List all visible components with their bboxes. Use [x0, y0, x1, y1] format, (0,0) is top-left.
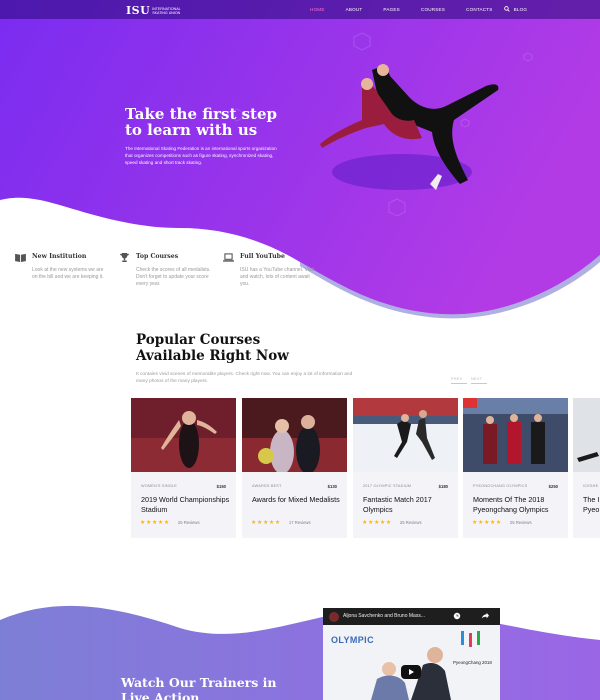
nav-item-pages[interactable]: PAGES [383, 7, 400, 12]
play-button[interactable] [401, 665, 421, 679]
trophy-icon [120, 253, 129, 262]
trainers-section [0, 600, 600, 700]
search-icon[interactable] [504, 6, 510, 12]
olympic-watermark: OLYMPIC [331, 635, 374, 645]
share-icon[interactable] [481, 612, 489, 620]
course-image [573, 398, 600, 472]
trainers-background [0, 605, 600, 700]
rating-stars: ★★★★★ [362, 520, 392, 526]
nav-item-courses[interactable]: COURSES [421, 7, 445, 12]
logo-mark: ISU [126, 4, 151, 17]
feature-text: ISU has a YouTube channel. Visit and wat… [240, 267, 314, 287]
feature-title: New Institution [32, 253, 87, 260]
course-category: WOMEN'S SINGLE [141, 484, 178, 488]
course-category: ICESHE [583, 484, 599, 488]
rating-stars: ★★★★★ [472, 520, 502, 526]
feature-title: Full YouTube [240, 253, 285, 260]
course-category: 2017 OLYMPIC STADIUM [363, 484, 412, 488]
next-label: NEXT [471, 377, 483, 381]
prev-button[interactable]: PREV [451, 377, 467, 384]
feature-text: Check the scores of all medalists. Don't… [136, 267, 211, 287]
clock-icon[interactable] [453, 612, 461, 620]
event-logo-text: PyeongChang 2018 [453, 660, 492, 665]
courses-title: Popular Courses Available Right Now [136, 332, 289, 364]
course-price: $150 [216, 484, 226, 489]
main-menu: HOME ABOUT PAGES COURSES CONTACTS BLOG [310, 0, 548, 19]
logo[interactable]: ISU International Skating Union [126, 4, 186, 17]
course-rating: ★★★★★ 25 Reviews [362, 519, 422, 526]
nav-item-blog[interactable]: BLOG [514, 7, 528, 12]
course-image [131, 398, 236, 472]
channel-avatar [329, 612, 339, 622]
review-count: 25 Reviews [399, 520, 422, 525]
prev-label: PREV [451, 377, 463, 381]
review-count: 25 Reviews [177, 520, 200, 525]
nav-item-about[interactable]: ABOUT [346, 7, 363, 12]
course-title[interactable]: The I Pyeo [583, 495, 600, 515]
course-image [353, 398, 458, 472]
video-player[interactable]: Aljona Savchenko and Bruno Mass... OLYMP… [323, 608, 500, 700]
review-count: 25 Reviews [509, 520, 532, 525]
course-price: $180 [438, 484, 448, 489]
course-rating: ★★★★★ 17 Reviews [251, 519, 311, 526]
course-image [463, 398, 568, 472]
rating-stars: ★★★★★ [251, 520, 281, 526]
course-title[interactable]: Moments Of The 2018 Pyeongchang Olympics [473, 495, 565, 515]
course-card[interactable]: ICESHE The I Pyeo [573, 398, 600, 538]
course-title[interactable]: 2019 World Championships Stadium [141, 495, 233, 515]
course-price: $250 [548, 484, 558, 489]
laptop-icon [223, 253, 234, 262]
trainers-title: Watch Our Trainers in Live Action [121, 675, 277, 700]
feature-text: Look at the new systems we are on the bi… [32, 267, 104, 280]
courses-text: It contains vivid scenes of memorable pl… [136, 372, 353, 385]
feature-title: Top Courses [136, 253, 179, 260]
hero-text: The International Skating Federation is … [125, 146, 277, 166]
video-title[interactable]: Aljona Savchenko and Bruno Mass... [343, 613, 425, 619]
course-rating: ★★★★★ 25 Reviews [140, 519, 200, 526]
course-price: $130 [327, 484, 337, 489]
rating-stars: ★★★★★ [140, 520, 170, 526]
book-icon [15, 253, 26, 262]
nav-item-home[interactable]: HOME [310, 7, 325, 12]
course-card[interactable]: AWARDS BEST $130 Awards for Mixed Medali… [242, 398, 347, 538]
next-button[interactable]: NEXT [471, 377, 487, 384]
top-navbar: ISU International Skating Union HOME ABO… [0, 0, 600, 19]
course-category: AWARDS BEST [252, 484, 282, 488]
course-rating: ★★★★★ 25 Reviews [472, 519, 532, 526]
hero-title: Take the first step to learn with us [125, 105, 278, 139]
course-card[interactable]: PYEONGCHANG OLYMPICS $250 Moments Of The… [463, 398, 568, 538]
course-card[interactable]: 2017 OLYMPIC STADIUM $180 Fantastic Matc… [353, 398, 458, 538]
course-title[interactable]: Fantastic Match 2017 Olympics [363, 495, 455, 515]
course-image [242, 398, 347, 472]
logo-subtitle: International Skating Union [152, 6, 181, 15]
review-count: 17 Reviews [288, 520, 311, 525]
course-card[interactable]: WOMEN'S SINGLE $150 2019 World Champions… [131, 398, 236, 538]
nav-item-contacts[interactable]: CONTACTS [466, 7, 493, 12]
course-category: PYEONGCHANG OLYMPICS [473, 484, 528, 488]
course-title[interactable]: Awards for Mixed Medalists [252, 495, 344, 505]
